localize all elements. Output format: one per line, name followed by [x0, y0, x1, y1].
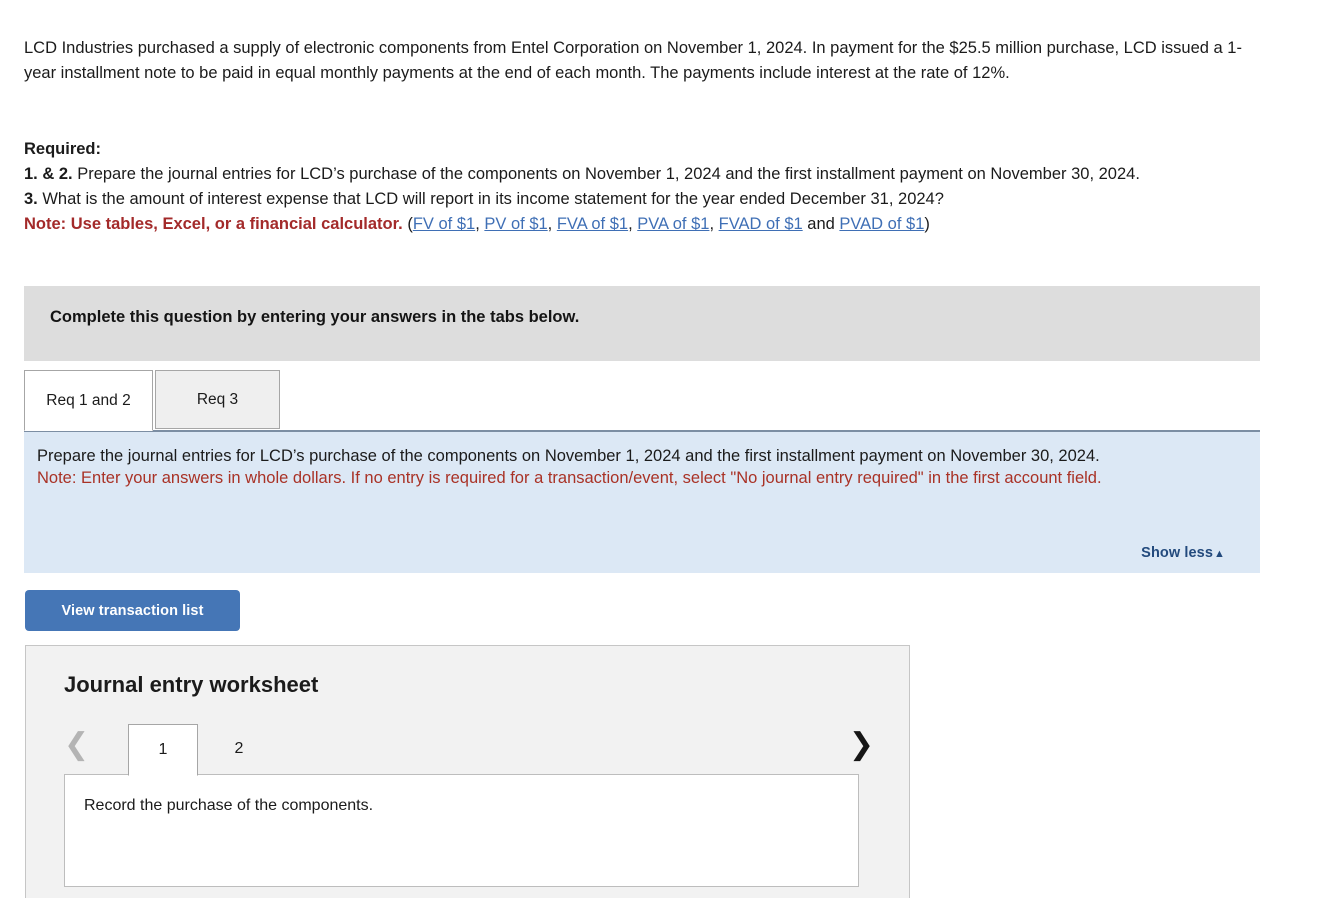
links-paren-close: ) — [924, 215, 930, 233]
requirement-tabstrip: Req 1 and 2 Req 3 — [24, 370, 1260, 432]
requirement-1-and-2-text: Prepare the journal entries for LCD’s pu… — [72, 165, 1140, 183]
value-table-link-1[interactable]: FV of $1 — [413, 215, 475, 233]
tab-instruction-note: Note: Enter your answers in whole dollar… — [37, 469, 1102, 487]
link-separator: , — [547, 215, 557, 233]
value-table-link-list: FV of $1, PV of $1, FVA of $1, PVA of $1… — [413, 215, 925, 233]
worksheet-page-1-label: 1 — [158, 741, 168, 758]
worksheet-page-1[interactable]: 1 — [128, 724, 198, 776]
required-heading-text: Required: — [24, 140, 102, 158]
journal-entry-worksheet: Journal entry worksheet ❮ 1 2 ❯ Record t… — [25, 645, 910, 898]
links-paren-open: ( — [402, 215, 413, 233]
tab-req-1-and-2[interactable]: Req 1 and 2 — [24, 370, 153, 431]
complete-question-banner: Complete this question by entering your … — [24, 286, 1260, 361]
value-table-link-3[interactable]: FVA of $1 — [557, 215, 628, 233]
required-heading: Required: — [24, 137, 1264, 162]
caret-up-icon: ▲ — [1214, 548, 1225, 560]
tab-instruction-text: Prepare the journal entries for LCD’s pu… — [37, 447, 1100, 465]
value-table-link-6[interactable]: PVAD of $1 — [839, 215, 924, 233]
link-separator: , — [628, 215, 638, 233]
tab-req-3[interactable]: Req 3 — [155, 370, 280, 429]
link-separator: , — [475, 215, 485, 233]
problem-statement: LCD Industries purchased a supply of ele… — [24, 39, 1242, 82]
question-page: LCD Industries purchased a supply of ele… — [0, 0, 1342, 898]
value-table-link-5[interactable]: FVAD of $1 — [719, 215, 803, 233]
record-prompt-box: Record the purchase of the components. — [64, 774, 859, 887]
requirement-3-label: 3. — [24, 190, 38, 208]
tab-req-1-and-2-label: Req 1 and 2 — [46, 391, 131, 409]
show-less-label: Show less — [1141, 545, 1213, 561]
required-note-label: Note: Use tables, Excel, or a financial … — [24, 215, 403, 233]
required-note-line: Note: Use tables, Excel, or a financial … — [24, 212, 1264, 237]
link-separator: and — [802, 215, 840, 233]
complete-question-banner-text: Complete this question by entering your … — [50, 308, 580, 326]
journal-entry-worksheet-title: Journal entry worksheet — [64, 672, 319, 697]
requirement-1-and-2-label: 1. & 2. — [24, 165, 73, 183]
required-block: Required: 1. & 2. Prepare the journal en… — [24, 137, 1264, 237]
value-table-link-2[interactable]: PV of $1 — [484, 215, 547, 233]
chevron-left-icon[interactable]: ❮ — [64, 728, 89, 762]
worksheet-pager: ❮ 1 2 ❯ — [64, 724, 874, 776]
value-table-link-4[interactable]: PVA of $1 — [637, 215, 709, 233]
chevron-right-icon[interactable]: ❯ — [849, 728, 874, 762]
tab-instruction-panel: Prepare the journal entries for LCD’s pu… — [24, 430, 1260, 573]
tab-req-3-label: Req 3 — [196, 390, 239, 408]
worksheet-page-2-label: 2 — [234, 740, 244, 757]
worksheet-page-2[interactable]: 2 — [204, 724, 274, 774]
show-less-toggle[interactable]: Show less▲ — [1141, 545, 1225, 561]
record-prompt-text: Record the purchase of the components. — [84, 797, 374, 814]
link-separator: , — [709, 215, 719, 233]
view-transaction-list-button[interactable]: View transaction list — [25, 590, 240, 631]
tab-instruction-body: Prepare the journal entries for LCD’s pu… — [37, 445, 1243, 489]
requirement-3: 3. What is the amount of interest expens… — [24, 187, 1264, 212]
requirement-1-and-2: 1. & 2. Prepare the journal entries for … — [24, 162, 1264, 187]
requirement-3-text: What is the amount of interest expense t… — [37, 190, 944, 208]
